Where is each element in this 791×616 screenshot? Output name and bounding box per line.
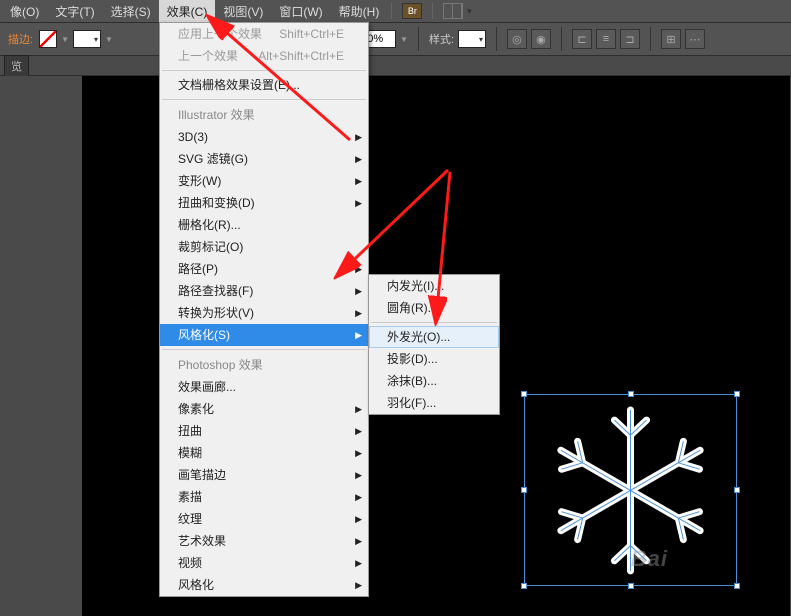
more-icon[interactable]: ⋯ bbox=[685, 29, 705, 49]
apply-last-effect[interactable]: 应用上一个效果Shift+Ctrl+E bbox=[160, 23, 368, 45]
effect-crop-marks[interactable]: 裁剪标记(O) bbox=[160, 236, 368, 258]
divider bbox=[496, 27, 497, 51]
options-bar: 描边: ▼ ▾ ▼ 不透明度: 100% ▼ 样式: ▾ ◎ ◉ ⊏ ≡ ⊐ ⊞… bbox=[0, 22, 791, 56]
effect-sketch[interactable]: 素描▶ bbox=[160, 486, 368, 508]
photoshop-effects-header: Photoshop 效果 bbox=[160, 353, 368, 376]
chevron-down-icon[interactable]: ▼ bbox=[61, 35, 69, 44]
doc-tab[interactable]: 览 bbox=[4, 55, 29, 76]
divider bbox=[371, 322, 497, 323]
resize-handle[interactable] bbox=[734, 391, 740, 397]
divider bbox=[650, 27, 651, 51]
stroke-label: 描边: bbox=[8, 31, 33, 47]
effect-video[interactable]: 视频▶ bbox=[160, 552, 368, 574]
chevron-down-icon: ▼ bbox=[465, 7, 473, 16]
chevron-down-icon[interactable]: ▼ bbox=[105, 35, 113, 44]
effect-texture[interactable]: 纹理▶ bbox=[160, 508, 368, 530]
effect-pathfinder[interactable]: 路径查找器(F)▶ bbox=[160, 280, 368, 302]
effect-menu: 应用上一个效果Shift+Ctrl+E 上一个效果Alt+Shift+Ctrl+… bbox=[159, 22, 369, 597]
menu-text[interactable]: 文字(T) bbox=[47, 0, 102, 23]
outer-glow[interactable]: 外发光(O)... bbox=[369, 326, 499, 348]
align-center-icon[interactable]: ≡ bbox=[596, 29, 616, 49]
divider bbox=[418, 27, 419, 51]
menu-window[interactable]: 窗口(W) bbox=[271, 0, 330, 23]
chevron-down-icon[interactable]: ▼ bbox=[400, 35, 408, 44]
drop-shadow[interactable]: 投影(D)... bbox=[369, 348, 499, 370]
effect-blur[interactable]: 模糊▶ bbox=[160, 442, 368, 464]
menu-view[interactable]: 视图(V) bbox=[215, 0, 271, 23]
divider bbox=[391, 3, 392, 19]
resize-handle[interactable] bbox=[628, 583, 634, 589]
scribble[interactable]: 涂抹(B)... bbox=[369, 370, 499, 392]
effect-svg-filters[interactable]: SVG 滤镜(G)▶ bbox=[160, 148, 368, 170]
stroke-weight-input[interactable]: ▾ bbox=[73, 30, 101, 48]
effect-distort-transform[interactable]: 扭曲和变换(D)▶ bbox=[160, 192, 368, 214]
transform-icon[interactable]: ⊞ bbox=[661, 29, 681, 49]
menu-image[interactable]: 像(O) bbox=[2, 0, 47, 23]
effect-path[interactable]: 路径(P)▶ bbox=[160, 258, 368, 280]
doc-raster-settings[interactable]: 文档栅格效果设置(E)... bbox=[160, 74, 368, 96]
inner-glow[interactable]: 内发光(I)... bbox=[369, 275, 499, 297]
divider bbox=[561, 27, 562, 51]
resize-handle[interactable] bbox=[521, 583, 527, 589]
watermark: Bai bbox=[631, 546, 668, 572]
round-corners[interactable]: 圆角(R)... bbox=[369, 297, 499, 319]
effect-rasterize[interactable]: 栅格化(R)... bbox=[160, 214, 368, 236]
menu-select[interactable]: 选择(S) bbox=[103, 0, 159, 23]
effect-pixelate[interactable]: 像素化▶ bbox=[160, 398, 368, 420]
menubar: 像(O) 文字(T) 选择(S) 效果(C) 视图(V) 窗口(W) 帮助(H)… bbox=[0, 0, 791, 22]
align-right-icon[interactable]: ⊐ bbox=[620, 29, 640, 49]
stylize-submenu: 内发光(I)... 圆角(R)... 外发光(O)... 投影(D)... 涂抹… bbox=[368, 274, 500, 415]
effect-stylize[interactable]: 风格化(S)▶ bbox=[160, 324, 368, 346]
style-swatch[interactable]: ▾ bbox=[458, 30, 486, 48]
resize-handle[interactable] bbox=[521, 487, 527, 493]
divider bbox=[162, 70, 366, 71]
effect-distort-ps[interactable]: 扭曲▶ bbox=[160, 420, 368, 442]
divider bbox=[162, 99, 366, 100]
effect-warp[interactable]: 变形(W)▶ bbox=[160, 170, 368, 192]
effect-gallery[interactable]: 效果画廊... bbox=[160, 376, 368, 398]
layout-icon[interactable] bbox=[443, 3, 463, 19]
style-label: 样式: bbox=[429, 31, 454, 47]
appearance-icon[interactable]: ◎ bbox=[507, 29, 527, 49]
resize-handle[interactable] bbox=[734, 487, 740, 493]
resize-handle[interactable] bbox=[521, 391, 527, 397]
recolor-icon[interactable]: ◉ bbox=[531, 29, 551, 49]
stroke-color-none-icon[interactable] bbox=[39, 30, 57, 48]
doc-tabbar: 览 bbox=[0, 56, 791, 76]
divider bbox=[432, 3, 433, 19]
last-effect[interactable]: 上一个效果Alt+Shift+Ctrl+E bbox=[160, 45, 368, 67]
effect-convert-shape[interactable]: 转换为形状(V)▶ bbox=[160, 302, 368, 324]
effect-stylize-ps[interactable]: 风格化▶ bbox=[160, 574, 368, 596]
resize-handle[interactable] bbox=[628, 391, 634, 397]
illustrator-effects-header: Illustrator 效果 bbox=[160, 103, 368, 126]
menu-help[interactable]: 帮助(H) bbox=[331, 0, 388, 23]
align-left-icon[interactable]: ⊏ bbox=[572, 29, 592, 49]
effect-artistic[interactable]: 艺术效果▶ bbox=[160, 530, 368, 552]
resize-handle[interactable] bbox=[734, 583, 740, 589]
effect-brush-strokes[interactable]: 画笔描边▶ bbox=[160, 464, 368, 486]
bridge-icon[interactable]: Br bbox=[402, 3, 422, 19]
effect-3d[interactable]: 3D(3)▶ bbox=[160, 126, 368, 148]
feather[interactable]: 羽化(F)... bbox=[369, 392, 499, 414]
menu-effect[interactable]: 效果(C) bbox=[159, 0, 216, 23]
divider bbox=[162, 349, 366, 350]
